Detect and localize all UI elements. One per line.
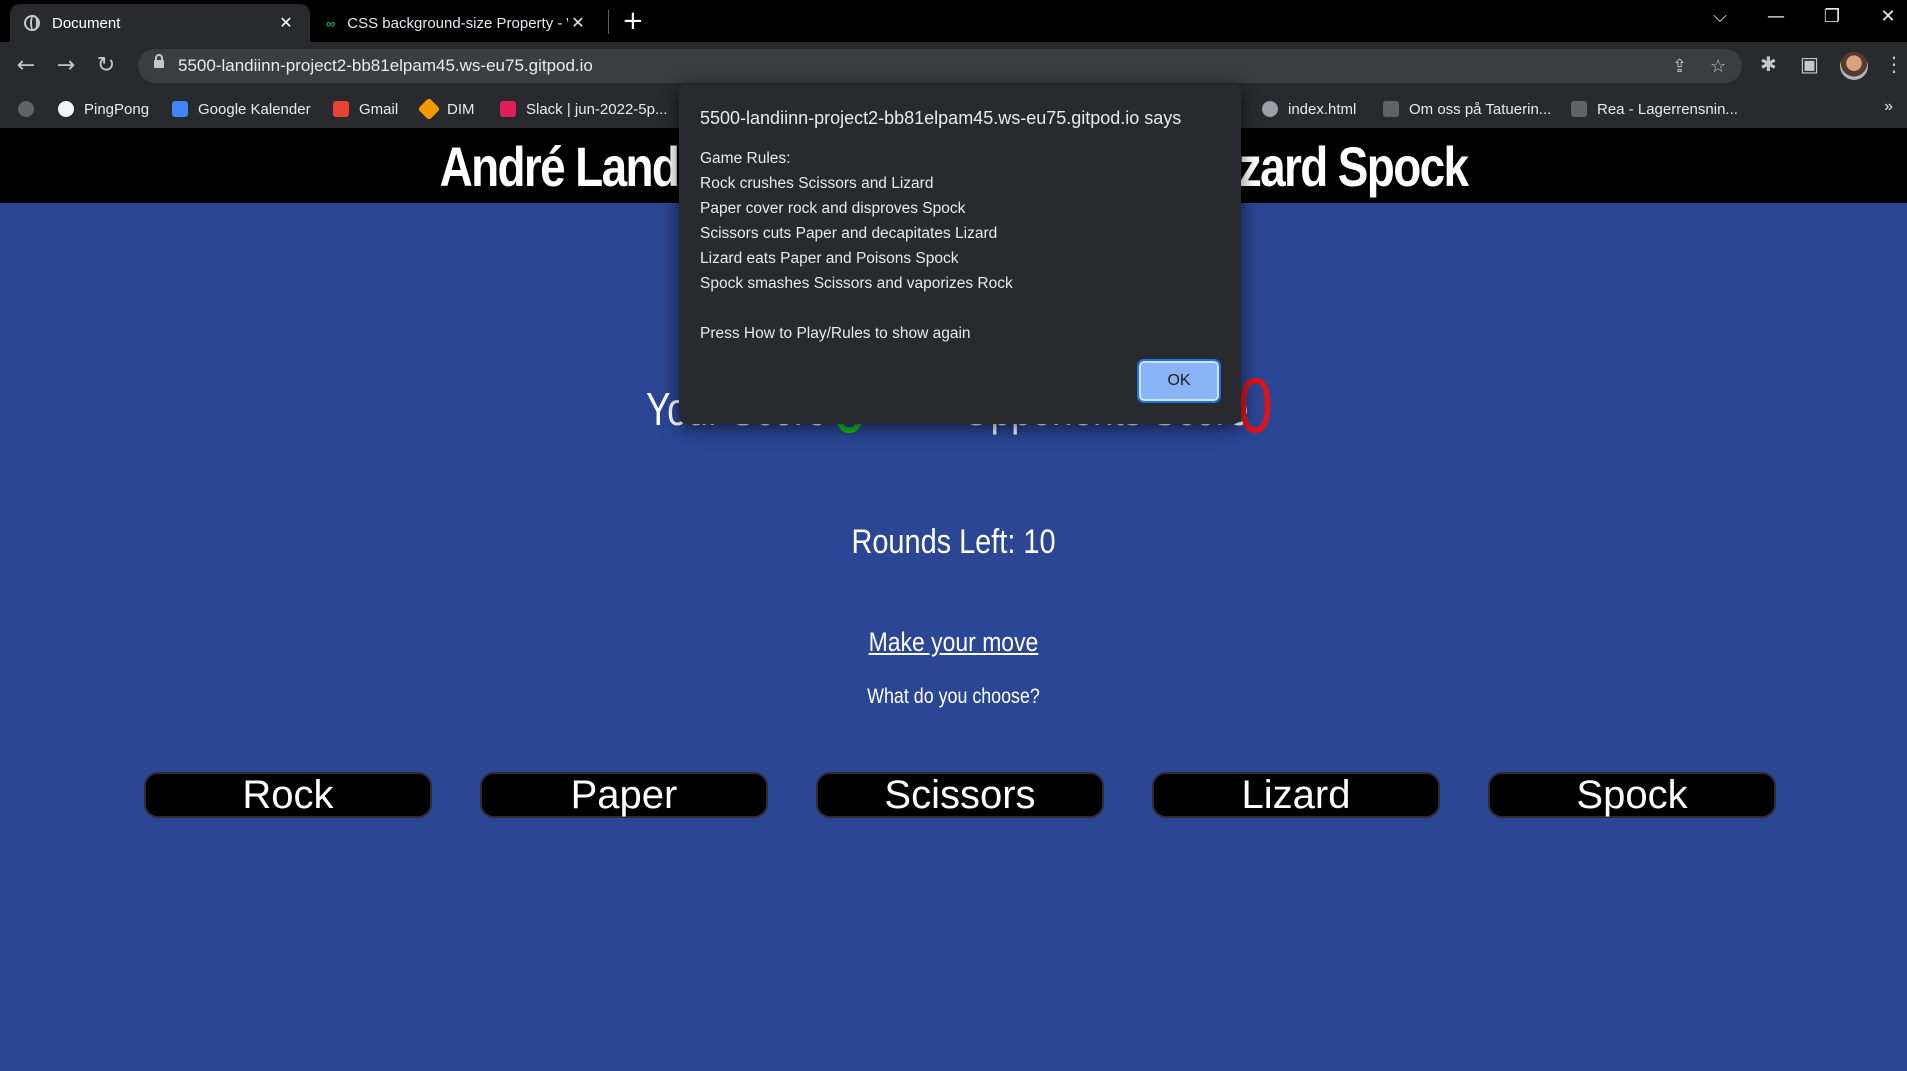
restore-button[interactable]: ❐ — [1812, 6, 1852, 27]
bookmark-index[interactable]: index.html — [1262, 90, 1356, 128]
browser-toolbar: ← → ↻ 5500-landiinn-project2-bb81elpam45… — [0, 42, 1907, 90]
side-panel-icon[interactable]: ▣ — [1800, 52, 1819, 76]
tab-w3schools[interactable]: ∞ CSS background-size Property - W3Schoo… — [312, 4, 602, 42]
url-text: 5500-landiinn-project2-bb81elpam45.ws-eu… — [178, 56, 593, 75]
bookmark-label: Google Kalender — [198, 100, 311, 118]
choose-prompt: What do you choose? — [867, 685, 1040, 708]
bookmark-star-icon[interactable]: ☆ — [1710, 49, 1726, 83]
bookmark-label: index.html — [1288, 100, 1357, 118]
dialog-line: Lizard eats Paper and Poisons Spock — [700, 250, 959, 267]
bookmark-label: DIM — [447, 100, 475, 118]
dialog-line: Rock crushes Scissors and Lizard — [700, 175, 934, 192]
site-icon — [1383, 101, 1399, 117]
bookmark-label: Rea - Lagerrensnin... — [1597, 100, 1738, 118]
close-icon[interactable]: ✕ — [568, 13, 588, 33]
bookmark-label: Slack | jun-2022-5p... — [526, 100, 668, 118]
menu-icon[interactable]: ⋮ — [1884, 52, 1904, 76]
bookmark-gmail[interactable]: Gmail — [333, 90, 398, 128]
new-tab-button[interactable]: + — [622, 6, 644, 36]
paper-button[interactable]: Paper — [480, 772, 768, 818]
close-icon[interactable]: ✕ — [276, 13, 296, 33]
opponent-score-value: 0 — [1238, 361, 1273, 449]
address-bar[interactable]: 5500-landiinn-project2-bb81elpam45.ws-eu… — [138, 49, 1742, 83]
back-button[interactable]: ← — [10, 50, 42, 82]
reload-button[interactable]: ↻ — [90, 50, 122, 82]
bookmark-pingpong[interactable]: PingPong — [58, 90, 149, 128]
dialog-title: 5500-landiinn-project2-bb81elpam45.ws-eu… — [700, 108, 1182, 128]
spock-button[interactable]: Spock — [1488, 772, 1776, 818]
globe-icon — [1262, 101, 1278, 117]
more-bookmarks-icon[interactable]: » — [1884, 98, 1893, 116]
rounds-left: Rounds Left: 10 — [851, 523, 1056, 561]
slack-icon — [500, 101, 516, 117]
dialog-line: Game Rules: — [700, 150, 791, 167]
tab-title: CSS background-size Property - W3Schools — [347, 14, 568, 32]
tab-separator — [608, 10, 609, 34]
alert-dialog: 5500-landiinn-project2-bb81elpam45.ws-eu… — [679, 84, 1241, 424]
pingpong-icon — [58, 101, 74, 117]
tab-document[interactable]: Document ✕ — [10, 4, 310, 42]
rock-button[interactable]: Rock — [144, 772, 432, 818]
bookmark-slack[interactable]: Slack | jun-2022-5p... — [500, 90, 667, 128]
tab-strip: Document ✕ ∞ CSS background-size Propert… — [0, 0, 1907, 42]
bookmark-label: PingPong — [84, 100, 150, 118]
dialog-line: Paper cover rock and disproves Spock — [700, 200, 966, 217]
apps-icon[interactable] — [18, 90, 44, 128]
bookmark-label: Gmail — [359, 100, 399, 118]
share-icon[interactable]: ⇪ — [1672, 49, 1687, 83]
ok-button[interactable]: OK — [1137, 359, 1221, 403]
bookmark-google-calendar[interactable]: Google Kalender — [172, 90, 311, 128]
profile-avatar[interactable] — [1840, 52, 1868, 80]
browser-window: Document ✕ ∞ CSS background-size Propert… — [0, 0, 1907, 1071]
dialog-message: Game Rules: Rock crushes Scissors and Li… — [700, 146, 1013, 346]
dim-icon — [417, 97, 441, 121]
gmail-icon — [333, 101, 349, 117]
scissors-button[interactable]: Scissors — [816, 772, 1104, 818]
extensions-icon[interactable]: ✱ — [1760, 52, 1777, 76]
dialog-line — [700, 296, 1013, 321]
bookmark-rea[interactable]: Rea - Lagerrensnin... — [1571, 90, 1738, 128]
dialog-line: Spock smashes Scissors and vaporizes Roc… — [700, 275, 1013, 292]
minimize-button[interactable]: — — [1756, 6, 1796, 27]
dialog-line: Press How to Play/Rules to show again — [700, 325, 971, 342]
calendar-icon — [172, 101, 188, 117]
bookmark-label: Om oss på Tatuerin... — [1409, 100, 1552, 118]
lock-icon — [154, 54, 164, 68]
tab-title: Document — [52, 14, 121, 32]
bookmark-om-oss[interactable]: Om oss på Tatuerin... — [1383, 90, 1551, 128]
forward-button[interactable]: → — [50, 50, 82, 82]
globe-icon — [24, 15, 40, 31]
bookmark-dim[interactable]: DIM — [417, 90, 475, 128]
tab-search-icon[interactable]: ⌵ — [1700, 6, 1740, 27]
site-icon — [1571, 101, 1587, 117]
make-move-link[interactable]: Make your move — [143, 627, 1764, 658]
dialog-line: Scissors cuts Paper and decapitates Liza… — [700, 225, 998, 242]
close-window-button[interactable]: ✕ — [1868, 6, 1907, 27]
w3schools-icon: ∞ — [326, 15, 336, 31]
lizard-button[interactable]: Lizard — [1152, 772, 1440, 818]
